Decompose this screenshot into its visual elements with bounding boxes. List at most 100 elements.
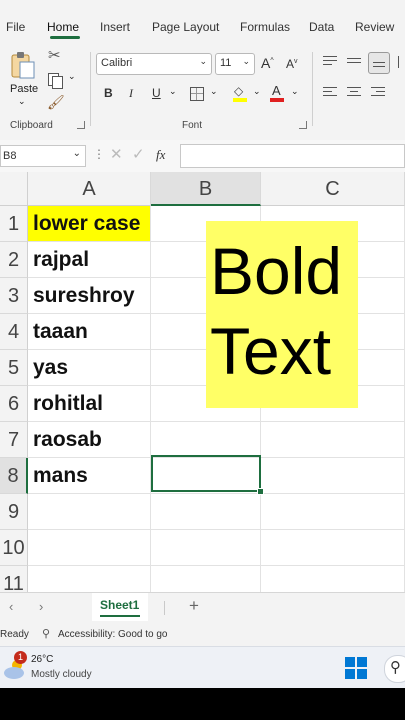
cell-c10[interactable] <box>261 530 405 566</box>
row-header-6[interactable]: 6 <box>0 386 28 422</box>
fill-color-icon[interactable]: ◇ <box>233 84 247 102</box>
tab-page-layout[interactable]: Page Layout <box>152 20 219 34</box>
paste-label: Paste <box>10 83 39 95</box>
textbox-line-2: Text <box>210 314 332 388</box>
row-header-3[interactable]: 3 <box>0 278 28 314</box>
grow-font-button[interactable]: A^ <box>261 55 274 71</box>
align-right-icon[interactable] <box>371 87 385 96</box>
tab-home[interactable]: Home <box>47 20 79 34</box>
cancel-icon[interactable]: ✕ <box>110 145 123 163</box>
copy-dropdown-icon[interactable]: ⌄ <box>68 71 76 82</box>
cell-a9[interactable] <box>28 494 151 530</box>
align-center-icon[interactable] <box>347 87 361 96</box>
italic-glyph: I <box>129 86 133 100</box>
cell-a7[interactable]: raosab <box>28 422 151 458</box>
borders-icon[interactable] <box>190 87 204 101</box>
row-header-2[interactable]: 2 <box>0 242 28 278</box>
column-header-b[interactable]: B <box>151 172 261 206</box>
cell-a3[interactable]: sureshroy <box>28 278 151 314</box>
enter-icon[interactable]: ✓ <box>132 145 145 163</box>
row-header-5[interactable]: 5 <box>0 350 28 386</box>
chevron-down-icon[interactable]: ⌄ <box>210 86 218 97</box>
column-header-c[interactable]: C <box>261 172 405 206</box>
tab-review[interactable]: Review <box>355 20 394 34</box>
clipboard-launcher-icon[interactable] <box>77 121 85 129</box>
search-button[interactable]: ⚲ <box>384 655 405 683</box>
accessibility-status[interactable]: Accessibility: Good to go <box>58 629 168 640</box>
font-color-icon[interactable]: A <box>270 83 284 102</box>
cell-a5[interactable]: yas <box>28 350 151 386</box>
badge-count: 1 <box>17 652 23 662</box>
fill-handle[interactable] <box>257 488 264 495</box>
wrap-text-icon[interactable] <box>398 56 405 68</box>
chevron-down-icon[interactable]: ⌄ <box>169 86 177 97</box>
formula-bar: B8 ⌄ ⋮ ✕ ✓ fx <box>0 140 405 173</box>
cell-c7[interactable] <box>261 422 405 458</box>
accessibility-icon[interactable]: ⚲ <box>42 627 50 640</box>
cell-a1[interactable]: lower case <box>28 206 151 242</box>
row-header-10[interactable]: 10 <box>0 530 28 566</box>
row-header-11[interactable]: 11 <box>0 566 28 592</box>
font-group-label: Font <box>182 120 203 131</box>
bold-text-textbox[interactable]: Bold Text <box>206 221 358 408</box>
textbox-line-1: Bold <box>210 234 343 308</box>
tab-insert[interactable]: Insert <box>100 20 130 34</box>
weather-widget[interactable]: 1 26°C Mostly cloudy <box>0 647 140 689</box>
cell-a11[interactable] <box>28 566 151 592</box>
cell-b9[interactable] <box>151 494 261 530</box>
cell-b7[interactable] <box>151 422 261 458</box>
add-sheet-button[interactable]: + <box>189 596 199 616</box>
insert-function-icon[interactable]: fx <box>156 147 165 163</box>
align-bottom-icon[interactable] <box>368 52 390 74</box>
chevron-down-icon[interactable]: ⌄ <box>253 86 261 97</box>
chevron-down-icon: ⌄ <box>199 56 207 66</box>
shrink-font-button[interactable]: Av <box>286 57 298 71</box>
notification-badge: 1 <box>14 651 27 664</box>
scroll-right-icon[interactable]: › <box>39 599 43 614</box>
selected-cell-border[interactable] <box>151 455 261 492</box>
paste-button[interactable]: Paste ⌄ <box>6 48 40 110</box>
row-header-9[interactable]: 9 <box>0 494 28 530</box>
name-box[interactable]: B8 ⌄ <box>0 145 86 167</box>
tab-data[interactable]: Data <box>309 20 334 34</box>
start-button[interactable] <box>345 657 367 679</box>
cell-a8[interactable]: mans <box>28 458 151 494</box>
cell-a4[interactable]: taaan <box>28 314 151 350</box>
formula-input[interactable] <box>180 144 405 168</box>
cell-c9[interactable] <box>261 494 405 530</box>
align-middle-icon[interactable] <box>347 58 361 63</box>
more-options-icon[interactable]: ⋮ <box>93 147 105 161</box>
cell-a6[interactable]: rohitlal <box>28 386 151 422</box>
font-name-select[interactable]: Calibri ⌄ <box>96 53 212 75</box>
cell-c8[interactable] <box>261 458 405 494</box>
copy-icon[interactable] <box>48 73 63 89</box>
cell-b11[interactable] <box>151 566 261 592</box>
tab-file[interactable]: File <box>6 20 25 34</box>
select-all-corner[interactable] <box>0 172 28 206</box>
font-launcher-icon[interactable] <box>299 121 307 129</box>
row-header-7[interactable]: 7 <box>0 422 28 458</box>
sheet-tab-sheet1[interactable]: Sheet1 <box>92 593 148 621</box>
bold-glyph: B <box>104 86 113 100</box>
cell-a2[interactable]: rajpal <box>28 242 151 278</box>
cell-a10[interactable] <box>28 530 151 566</box>
tab-separator <box>164 601 165 615</box>
align-left-icon[interactable] <box>323 87 337 96</box>
tab-formulas[interactable]: Formulas <box>240 20 290 34</box>
windows-taskbar: 1 26°C Mostly cloudy ⚲ <box>0 646 405 689</box>
column-header-a[interactable]: A <box>28 172 151 206</box>
cell-b10[interactable] <box>151 530 261 566</box>
cell-c11[interactable] <box>261 566 405 592</box>
align-top-icon[interactable] <box>323 56 337 65</box>
row-header-1[interactable]: 1 <box>0 206 28 242</box>
format-painter-icon[interactable]: 🖌 <box>47 94 65 111</box>
row-header-4[interactable]: 4 <box>0 314 28 350</box>
font-size-select[interactable]: 11 ⌄ <box>215 53 255 75</box>
italic-button[interactable]: I <box>129 86 133 101</box>
row-header-8[interactable]: 8 <box>0 458 28 494</box>
cut-icon[interactable]: ✂ <box>48 46 61 64</box>
bold-button[interactable]: B <box>104 86 113 100</box>
chevron-down-icon[interactable]: ⌄ <box>291 86 299 97</box>
scroll-left-icon[interactable]: ‹ <box>9 599 13 614</box>
underline-button[interactable]: U <box>152 86 161 100</box>
